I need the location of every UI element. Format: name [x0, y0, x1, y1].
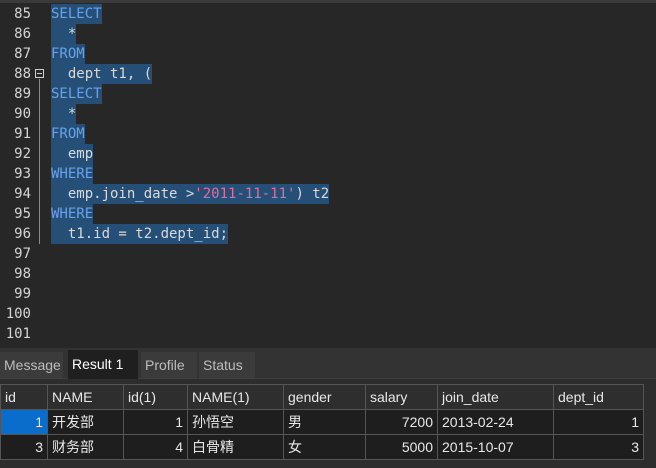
code-text: t1.id = t2.dept_id;	[51, 224, 229, 244]
code-line[interactable]: 92 emp	[0, 144, 656, 164]
cell-id[interactable]: 1	[0, 409, 48, 435]
line-number: 89	[14, 86, 31, 102]
line-number: 95	[14, 206, 31, 222]
sql-keyword: WHERE	[51, 206, 94, 222]
sql-keyword: FROM	[51, 126, 85, 142]
line-number: 85	[14, 6, 31, 22]
sql-keyword: FROM	[51, 46, 85, 62]
code-text: dept t1, (	[51, 64, 153, 84]
line-number: 94	[14, 186, 31, 202]
cell-gender[interactable]: 女	[283, 434, 366, 460]
sql-editor[interactable]: 85 SELECT 86 * 87 FROM 88 dept t1, ( 89 SELECT 9…	[0, 0, 656, 348]
cell-id-1[interactable]: 4	[123, 434, 188, 460]
code-line[interactable]: 91 FROM	[0, 124, 656, 144]
column-header-id[interactable]: id	[0, 384, 48, 410]
code-line[interactable]: 85 SELECT	[0, 4, 656, 24]
tab-status[interactable]: Status	[199, 352, 255, 378]
cell-id-1[interactable]: 1	[123, 409, 188, 435]
sql-keyword: WHERE	[51, 166, 94, 182]
code-line[interactable]: 100	[0, 304, 656, 324]
code-line[interactable]: 93 WHERE	[0, 164, 656, 184]
sql-text: t1.id = t2.dept_id;	[51, 226, 229, 242]
line-number: 96	[14, 226, 31, 242]
code-line[interactable]: 94 emp.join_date >'2011-11-11') t2	[0, 184, 656, 204]
sql-keyword: SELECT	[51, 86, 102, 102]
fold-toggle-icon[interactable]	[35, 69, 44, 78]
line-number: 91	[14, 126, 31, 142]
line-number: 88	[14, 66, 31, 82]
column-header-dept-id[interactable]: dept_id	[553, 384, 644, 410]
column-header-name-1[interactable]: NAME(1)	[187, 384, 284, 410]
cell-gender[interactable]: 男	[283, 409, 366, 435]
tab-result-1[interactable]: Result 1	[68, 350, 138, 379]
result-grid[interactable]: id NAME id(1) NAME(1) gender salary join…	[0, 384, 644, 460]
code-line[interactable]: 101	[0, 324, 656, 344]
sql-text: *	[51, 26, 77, 42]
code-text: *	[51, 104, 77, 124]
table-row[interactable]: 1 开发部 1 孙悟空 男 7200 2013-02-24 1	[0, 409, 644, 435]
line-number: 99	[14, 286, 31, 302]
editor-top-edge	[0, 0, 656, 3]
header-row: id NAME id(1) NAME(1) gender salary join…	[0, 384, 644, 410]
code-text: SELECT	[51, 84, 102, 104]
cell-name-1[interactable]: 孙悟空	[187, 409, 284, 435]
cell-name[interactable]: 开发部	[47, 409, 124, 435]
line-number: 98	[14, 266, 31, 282]
code-text: *	[51, 24, 77, 44]
column-header-id-1[interactable]: id(1)	[123, 384, 188, 410]
code-line[interactable]: 98	[0, 264, 656, 284]
sql-text: emp.join_date >	[51, 186, 195, 202]
sql-text: dept t1, (	[51, 66, 153, 82]
code-line[interactable]: 99	[0, 284, 656, 304]
line-number: 101	[5, 326, 31, 342]
sql-string: '2011-11-11'	[194, 186, 296, 202]
cell-name[interactable]: 财务部	[47, 434, 124, 460]
code-line[interactable]: 90 *	[0, 104, 656, 124]
cell-dept-id[interactable]: 3	[553, 434, 644, 460]
line-number: 100	[5, 306, 31, 322]
code-line[interactable]: 97	[0, 244, 656, 264]
code-text: WHERE	[51, 204, 94, 224]
sql-keyword: SELECT	[51, 6, 102, 22]
column-header-name[interactable]: NAME	[47, 384, 124, 410]
line-number: 87	[14, 46, 31, 62]
line-number: 97	[14, 246, 31, 262]
cell-salary[interactable]: 7200	[365, 409, 438, 435]
tab-profile[interactable]: Profile	[141, 352, 197, 378]
code-line[interactable]: 96 t1.id = t2.dept_id;	[0, 224, 656, 244]
column-header-gender[interactable]: gender	[283, 384, 366, 410]
line-number: 93	[14, 166, 31, 182]
code-line[interactable]: 86 *	[0, 24, 656, 44]
sql-text: *	[51, 106, 77, 122]
cell-name-1[interactable]: 白骨精	[187, 434, 284, 460]
fold-guide	[39, 79, 40, 244]
code-text: emp	[51, 144, 94, 164]
column-header-salary[interactable]: salary	[365, 384, 438, 410]
sql-text: emp	[51, 146, 94, 162]
code-text: emp.join_date >'2011-11-11') t2	[51, 184, 330, 204]
result-panel: Message Result 1 Profile Status id NAME …	[0, 348, 656, 468]
cell-salary[interactable]: 5000	[365, 434, 438, 460]
code-line[interactable]: 95 WHERE	[0, 204, 656, 224]
sql-text: ) t2	[295, 186, 330, 202]
code-line[interactable]: 89 SELECT	[0, 84, 656, 104]
line-number: 92	[14, 146, 31, 162]
cell-join-date[interactable]: 2015-10-07	[437, 434, 554, 460]
cell-dept-id[interactable]: 1	[553, 409, 644, 435]
cell-join-date[interactable]: 2013-02-24	[437, 409, 554, 435]
column-header-join-date[interactable]: join_date	[437, 384, 554, 410]
line-number: 86	[14, 26, 31, 42]
code-text: SELECT	[51, 4, 102, 24]
table-row[interactable]: 3 财务部 4 白骨精 女 5000 2015-10-07 3	[0, 434, 644, 460]
cell-id[interactable]: 3	[0, 434, 48, 460]
code-line[interactable]: 88 dept t1, (	[0, 64, 656, 84]
code-text: WHERE	[51, 164, 94, 184]
line-number: 90	[14, 106, 31, 122]
code-text: FROM	[51, 44, 85, 64]
code-text: FROM	[51, 124, 85, 144]
tab-message[interactable]: Message	[0, 352, 63, 378]
code-line[interactable]: 87 FROM	[0, 44, 656, 64]
result-tabs: Message Result 1 Profile Status	[0, 348, 656, 379]
